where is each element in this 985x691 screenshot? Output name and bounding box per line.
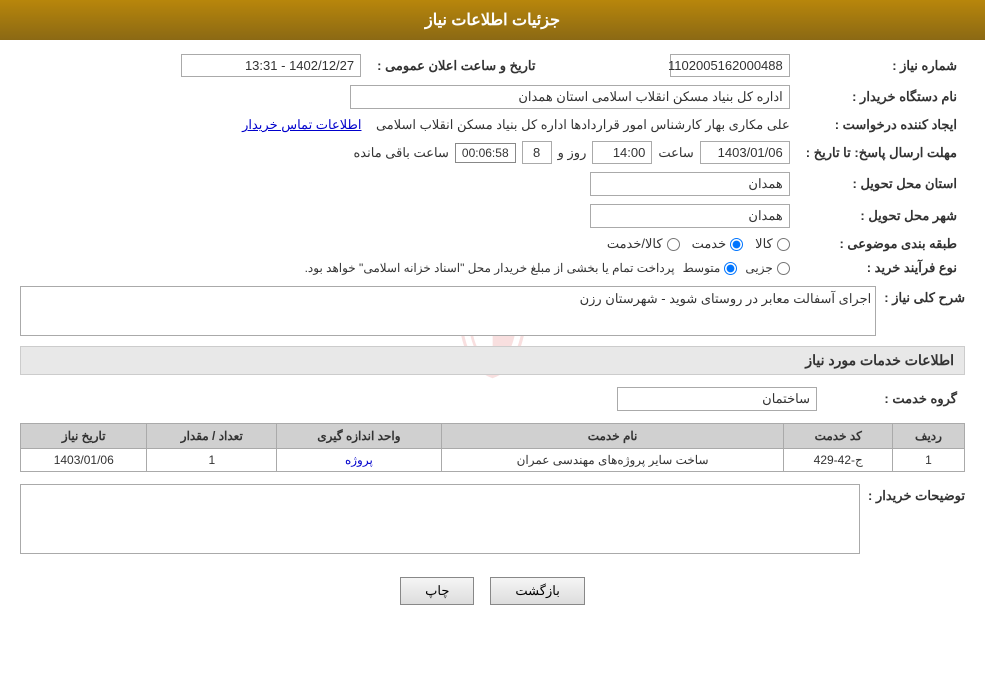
buyer-org-label: نام دستگاه خریدار : xyxy=(798,81,965,113)
announce-date-value: 1402/12/27 - 13:31 xyxy=(20,50,369,81)
category-label: طبقه بندی موضوعی : xyxy=(798,232,965,256)
need-desc-label: شرح کلی نیاز : xyxy=(884,286,965,306)
buyer-org-cell: اداره کل بنیاد مسکن انقلاب اسلامی استان … xyxy=(20,81,798,113)
buyer-desc-input-wrapper xyxy=(20,484,860,557)
col-code: کد خدمت xyxy=(784,424,893,449)
province-cell: همدان xyxy=(20,168,798,200)
cell-index: 1 xyxy=(892,449,964,472)
city-box: همدان xyxy=(590,204,790,228)
service-items-table: ردیف کد خدمت نام خدمت واحد اندازه گیری ت… xyxy=(20,423,965,472)
main-content: 🛡 شماره نیاز : 1102005162000488 تاریخ و … xyxy=(0,40,985,635)
need-desc-wrapper: شرح کلی نیاز : اجرای آسفالت معابر در روس… xyxy=(20,286,965,336)
page-header: جزئیات اطلاعات نیاز xyxy=(0,0,985,40)
deadline-cell: 1403/01/06 ساعت 14:00 روز و 8 00:06:58 س… xyxy=(20,137,798,168)
buyer-desc-label: توضیحات خریدار : xyxy=(868,484,965,504)
creator-label: ایجاد کننده درخواست : xyxy=(798,113,965,137)
col-index: ردیف xyxy=(892,424,964,449)
city-cell: همدان xyxy=(20,200,798,232)
category-cell: کالا خدمت کالا/خدمت xyxy=(20,232,798,256)
radio-khedmat-label: خدمت xyxy=(692,236,727,252)
print-button[interactable]: چاپ xyxy=(400,577,474,605)
table-row: 1 ج-42-429 ساخت سایر پروژه‌های مهندسی عم… xyxy=(21,449,965,472)
button-row: بازگشت چاپ xyxy=(20,577,965,605)
radio-mottavaset: متوسط xyxy=(683,261,738,275)
days-label: روز و xyxy=(558,145,587,161)
cell-date: 1403/01/06 xyxy=(21,449,147,472)
buyer-desc-textarea[interactable] xyxy=(20,484,860,554)
info-table: شماره نیاز : 1102005162000488 تاریخ و سا… xyxy=(20,50,965,280)
radio-kala-khedmat-label: کالا/خدمت xyxy=(607,236,663,252)
radio-kala: کالا xyxy=(755,236,790,252)
col-unit: واحد اندازه گیری xyxy=(277,424,441,449)
category-radio-group: کالا خدمت کالا/خدمت xyxy=(28,236,790,252)
cell-unit: پروژه xyxy=(277,449,441,472)
buyer-org-box: اداره کل بنیاد مسکن انقلاب اسلامی استان … xyxy=(350,85,790,109)
province-box: همدان xyxy=(590,172,790,196)
cell-name: ساخت سایر پروژه‌های مهندسی عمران xyxy=(441,449,784,472)
cell-code: ج-42-429 xyxy=(784,449,893,472)
remaining-time-box: 00:06:58 xyxy=(455,143,516,163)
need-desc-input-wrapper: اجرای آسفالت معابر در روستای شوید - شهرس… xyxy=(20,286,876,336)
deadline-row: 1403/01/06 ساعت 14:00 روز و 8 00:06:58 س… xyxy=(28,141,790,164)
need-desc-value: اجرای آسفالت معابر در روستای شوید - شهرس… xyxy=(580,291,872,306)
deadline-label: مهلت ارسال پاسخ: تا تاریخ : xyxy=(798,137,965,168)
radio-jozi-label: جزیی xyxy=(745,261,772,275)
service-group-label: گروه خدمت : xyxy=(825,383,965,415)
radio-mottavaset-label: متوسط xyxy=(683,261,721,275)
col-count: تعداد / مقدار xyxy=(147,424,277,449)
city-label: شهر محل تحویل : xyxy=(798,200,965,232)
service-group-cell: ساختمان xyxy=(20,383,825,415)
need-number-value: 1102005162000488 xyxy=(556,50,798,81)
cell-count: 1 xyxy=(147,449,277,472)
content-inner: شماره نیاز : 1102005162000488 تاریخ و سا… xyxy=(20,50,965,605)
announce-date-label: تاریخ و ساعت اعلان عمومی : xyxy=(369,50,555,81)
need-number-label: شماره نیاز : xyxy=(798,50,965,81)
time-label: ساعت xyxy=(658,145,693,161)
process-cell: جزیی متوسط پرداخت تمام یا بخشی از مبلغ خ… xyxy=(20,256,798,280)
service-section-title: اطلاعات خدمات مورد نیاز xyxy=(20,346,965,375)
col-date: تاریخ نیاز xyxy=(21,424,147,449)
need-number-box: 1102005162000488 xyxy=(670,54,790,77)
deadline-time-box: 14:00 xyxy=(592,141,652,164)
process-label: نوع فرآیند خرید : xyxy=(798,256,965,280)
remaining-label: ساعت باقی مانده xyxy=(354,145,449,161)
radio-khedmat: خدمت xyxy=(692,236,744,252)
page-title: جزئیات اطلاعات نیاز xyxy=(425,12,560,29)
province-label: استان محل تحویل : xyxy=(798,168,965,200)
radio-kala-input[interactable] xyxy=(777,238,790,251)
creator-cell: علی مکاری بهار کارشناس امور قراردادها اد… xyxy=(20,113,798,137)
page-wrapper: جزئیات اطلاعات نیاز 🛡 شماره نیاز : 11020… xyxy=(0,0,985,691)
service-group-table: گروه خدمت : ساختمان xyxy=(20,383,965,415)
col-name: نام خدمت xyxy=(441,424,784,449)
process-desc: پرداخت تمام یا بخشی از مبلغ خریدار محل "… xyxy=(305,261,675,275)
radio-kala-khedmat-input[interactable] xyxy=(667,238,680,251)
service-group-box: ساختمان xyxy=(617,387,817,411)
buyer-desc-wrapper: توضیحات خریدار : xyxy=(20,484,965,557)
radio-mottavaset-input[interactable] xyxy=(724,262,737,275)
radio-kala-label: کالا xyxy=(755,236,773,252)
radio-jozi-input[interactable] xyxy=(777,262,790,275)
need-desc-box: اجرای آسفالت معابر در روستای شوید - شهرس… xyxy=(20,286,876,336)
process-row: جزیی متوسط پرداخت تمام یا بخشی از مبلغ خ… xyxy=(28,261,790,275)
radio-jozi: جزیی xyxy=(745,261,789,275)
deadline-days-box: 8 xyxy=(522,141,552,164)
radio-khedmat-input[interactable] xyxy=(730,238,743,251)
back-button[interactable]: بازگشت xyxy=(490,577,584,605)
creator-link[interactable]: اطلاعات تماس خریدار xyxy=(242,117,361,132)
announce-date-box: 1402/12/27 - 13:31 xyxy=(181,54,361,77)
creator-value: علی مکاری بهار کارشناس امور قراردادها اد… xyxy=(376,117,790,132)
radio-kala-khedmat: کالا/خدمت xyxy=(607,236,680,252)
deadline-date-box: 1403/01/06 xyxy=(700,141,790,164)
